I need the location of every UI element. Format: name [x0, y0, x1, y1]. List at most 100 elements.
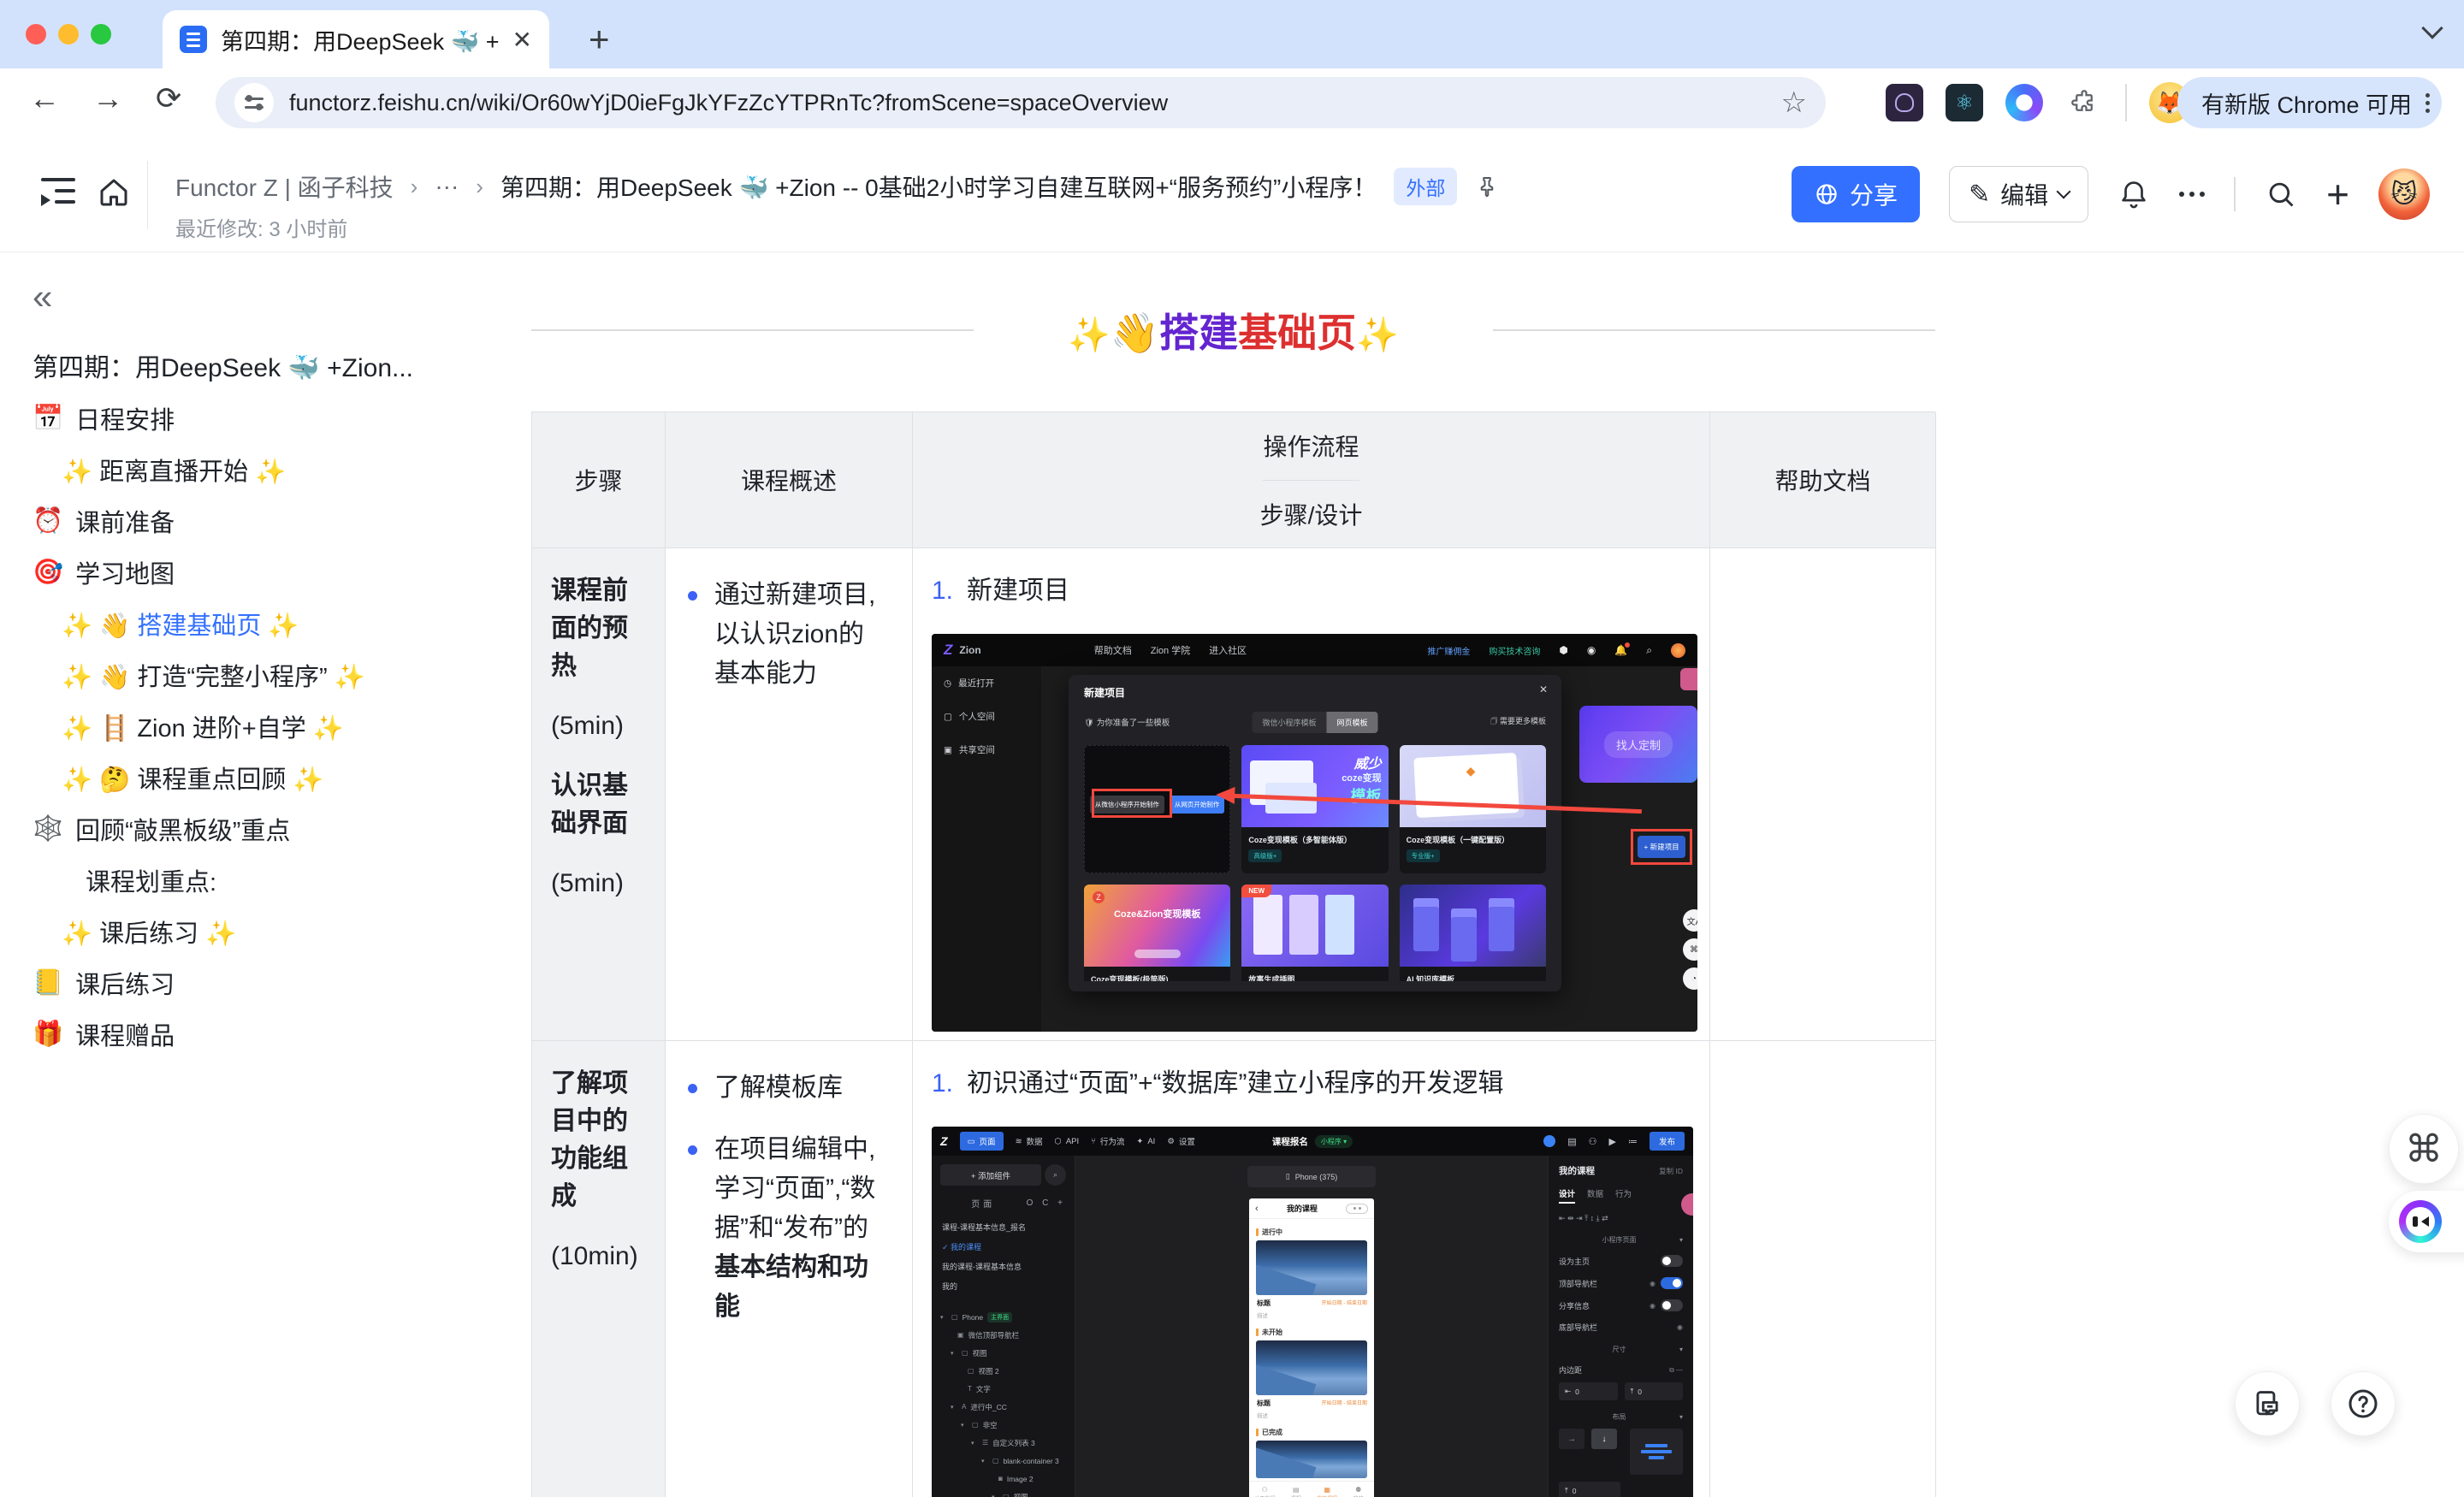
apps-launcher-button[interactable]: ⌘: [2389, 1114, 2459, 1184]
title-rule-left: [531, 329, 974, 331]
ai-assistant-button[interactable]: [2389, 1191, 2464, 1252]
sidebar-item-gifts[interactable]: 🎁课程赠品: [0, 1009, 492, 1060]
back-button[interactable]: ←: [29, 80, 60, 116]
title-rule-right: [1493, 329, 1935, 331]
bell-icon: 🔔: [1614, 644, 1627, 656]
collaborator-avatar: [1681, 1193, 1693, 1216]
comments-button[interactable]: [2235, 1371, 2300, 1436]
create-new-icon[interactable]: +: [2326, 171, 2349, 217]
more-menu-icon[interactable]: [2179, 192, 2205, 197]
close-window-button[interactable]: [26, 24, 46, 44]
templates-hint: 🛡 为你准备了一些模板: [1084, 716, 1170, 728]
course-table: 步骤 课程概述 操作流程 步骤/设计 帮助文档 课程前面的预热 (5min) 认…: [531, 411, 1935, 1497]
search-icon: ⌕: [1646, 644, 1652, 657]
editor-tab-data: ≋数据: [1016, 1135, 1043, 1147]
page-item-active: ✓ 我的课程: [932, 1237, 1075, 1257]
breadcrumb-chevron-icon: ›: [411, 174, 418, 200]
react-devtools-extension-icon[interactable]: ⚛: [1946, 84, 1983, 121]
new-project-modal: 新建项目 ✕ 🛡 为你准备了一些模板 微信小程序模板 网页模板 🗇 需要更多模板: [1069, 675, 1561, 991]
collapse-sidebar-icon[interactable]: «: [0, 280, 492, 314]
extension-icon-3[interactable]: [2005, 84, 2043, 121]
table-row2-flow-cell: 1.初识通过“页面”+“数据库”建立小程序的开发逻辑 Z ▭页面 ≋数据 ⬡AP…: [913, 1041, 1710, 1497]
breadcrumb-chevron-icon: ›: [476, 174, 483, 200]
sidebar-item-homework[interactable]: 📒课后练习: [0, 957, 492, 1009]
editor-canvas: ▯Phone (375) ‹我的课程 进行中 标题开始日期 - 结束日期描述 未…: [1075, 1156, 1548, 1497]
col-header-flow-main: 操作流程: [1263, 412, 1359, 481]
sidebar-item-course-review[interactable]: ✨ 🤔 课程重点回顾 ✨: [0, 752, 492, 803]
sidebar-item-full-miniapp[interactable]: ✨ 👋 打造“完整小程序” ✨: [0, 649, 492, 701]
translate-float-icon: 文A: [1683, 909, 1697, 932]
sidebar-item-homework-sub[interactable]: ✨ 课后练习 ✨: [0, 906, 492, 957]
tab-miniapp-templates: 微信小程序模板: [1252, 712, 1326, 733]
help-button[interactable]: [2331, 1371, 2396, 1436]
pin-icon[interactable]: [1474, 174, 1500, 199]
alignment-icons: ⇤ ⇹ ⇥ ⤒ ↕ ⤓ ⇄: [1559, 1214, 1683, 1223]
tab-close-icon[interactable]: ✕: [512, 26, 532, 54]
extensions-puzzle-icon[interactable]: [2065, 84, 2103, 121]
modal-title: 新建项目: [1084, 685, 1125, 700]
sidebar-item-highlights[interactable]: 课程划重点:: [0, 855, 492, 906]
sidebar-item-doc-title[interactable]: 第四期：用DeepSeek 🐳 +Zion...: [0, 338, 492, 393]
bookmark-star-icon[interactable]: ☆: [1781, 86, 1807, 120]
extension-icon-1[interactable]: [1886, 84, 1923, 121]
breadcrumb-space[interactable]: Functor Z | 函子科技: [175, 169, 394, 204]
sidebar-item-learning-map[interactable]: 🎯学习地图: [0, 547, 492, 598]
sidebar-item-preparation[interactable]: ⏰课前准备: [0, 495, 492, 547]
sidebar-item-build-base-page[interactable]: ✨ 👋 搭建基础页 ✨: [0, 598, 492, 649]
search-icon[interactable]: [2265, 178, 2297, 210]
ai-float-icon: ◔: [1683, 967, 1697, 990]
publish-button: 发布: [1650, 1132, 1685, 1151]
zion-promo-commission: 推广赚佣金: [1427, 644, 1470, 657]
col-header-overview: 课程概述: [666, 412, 913, 548]
col-header-step: 步骤: [532, 412, 666, 548]
breadcrumb-ellipsis[interactable]: ···: [435, 173, 459, 200]
minimize-window-button[interactable]: [58, 24, 79, 44]
browser-tab-strip: 第四期：用DeepSeek 🐳 +Zion ✕ +: [0, 0, 2464, 68]
col-header-flow-sub: 步骤/设计: [1260, 481, 1363, 548]
edit-button[interactable]: ✎ 编辑: [1949, 166, 2088, 222]
home-icon[interactable]: [96, 175, 132, 210]
toggle-top-nav: [1661, 1277, 1683, 1289]
template-card-story-gen: NEW 故事生成插图: [1241, 885, 1388, 981]
globe-icon: [1814, 181, 1839, 207]
breadcrumb: Functor Z | 函子科技 › ··· › 第四期：用DeepSeek 🐳…: [175, 168, 1500, 205]
share-button[interactable]: 分享: [1792, 166, 1920, 222]
preview-play-icon: ▶: [1609, 1136, 1616, 1147]
notifications-bell-icon[interactable]: [2118, 178, 2150, 210]
sidebar-item-zion-advanced[interactable]: ✨ 🪜 Zion 进阶+自学 ✨: [0, 701, 492, 752]
forward-button[interactable]: →: [92, 80, 123, 116]
github-icon: ◉: [1587, 644, 1596, 656]
site-settings-icon[interactable]: [234, 83, 274, 122]
zion-logo: Z: [944, 642, 952, 659]
toggle-sidebar-icon[interactable]: [41, 178, 75, 207]
editor-tab-flow: ⑂行为流: [1091, 1135, 1124, 1147]
header-divider: [2234, 177, 2236, 211]
external-badge: 外部: [1394, 168, 1457, 205]
sidebar-item-schedule[interactable]: 📅日程安排: [0, 393, 492, 444]
table-row2-overview-cell: 了解模板库 在项目编辑中, 学习“页面”,“数据”和“发布”的基本结构和功能: [666, 1041, 913, 1497]
browser-tab[interactable]: 第四期：用DeepSeek 🐳 +Zion ✕: [163, 10, 549, 68]
template-card-coze-multi: 威少coze变现模板 Coze变现模板（多智能体版） 高级版+: [1241, 745, 1388, 873]
user-avatar[interactable]: 😼: [2378, 169, 2430, 220]
help-circle-icon: [1543, 1135, 1555, 1147]
tab-search-chevron-icon[interactable]: [2421, 17, 2443, 38]
url-text: functorz.feishu.cn/wiki/Or60wYjD0ieFgJkY…: [289, 90, 1766, 116]
page-item: 课程-课程基本信息_报名: [932, 1217, 1075, 1237]
chrome-update-pill[interactable]: 有新版 Chrome 可用: [2177, 77, 2442, 128]
more-templates-link: 🗇 需要更多模板: [1490, 715, 1546, 729]
new-tab-button[interactable]: +: [589, 19, 610, 60]
breadcrumb-doc-title[interactable]: 第四期：用DeepSeek 🐳 +Zion -- 0基础2小时学习自建互联网+“…: [500, 169, 1377, 204]
modal-close-icon: ✕: [1539, 683, 1548, 695]
table-row1-overview-cell: 通过新建项目, 以认识zion的基本能力: [666, 548, 913, 1041]
sidebar-item-countdown[interactable]: ✨ 距离直播开始 ✨: [0, 444, 492, 495]
table-row2-help-cell: [1710, 1041, 1936, 1497]
reload-button[interactable]: ⟳: [156, 80, 181, 116]
col-header-help: 帮助文档: [1710, 412, 1936, 548]
toggle-share-info: [1661, 1299, 1683, 1311]
address-bar[interactable]: functorz.feishu.cn/wiki/Or60wYjD0ieFgJkY…: [216, 77, 1826, 128]
maximize-window-button[interactable]: [91, 24, 111, 44]
chrome-menu-icon[interactable]: [2426, 93, 2430, 113]
zion-nav-community: 进入社区: [1209, 643, 1247, 657]
custom-service-banner: 找人定制: [1579, 706, 1697, 783]
sidebar-item-key-points[interactable]: 🕸️回顾“敲黑板级”重点: [0, 803, 492, 855]
